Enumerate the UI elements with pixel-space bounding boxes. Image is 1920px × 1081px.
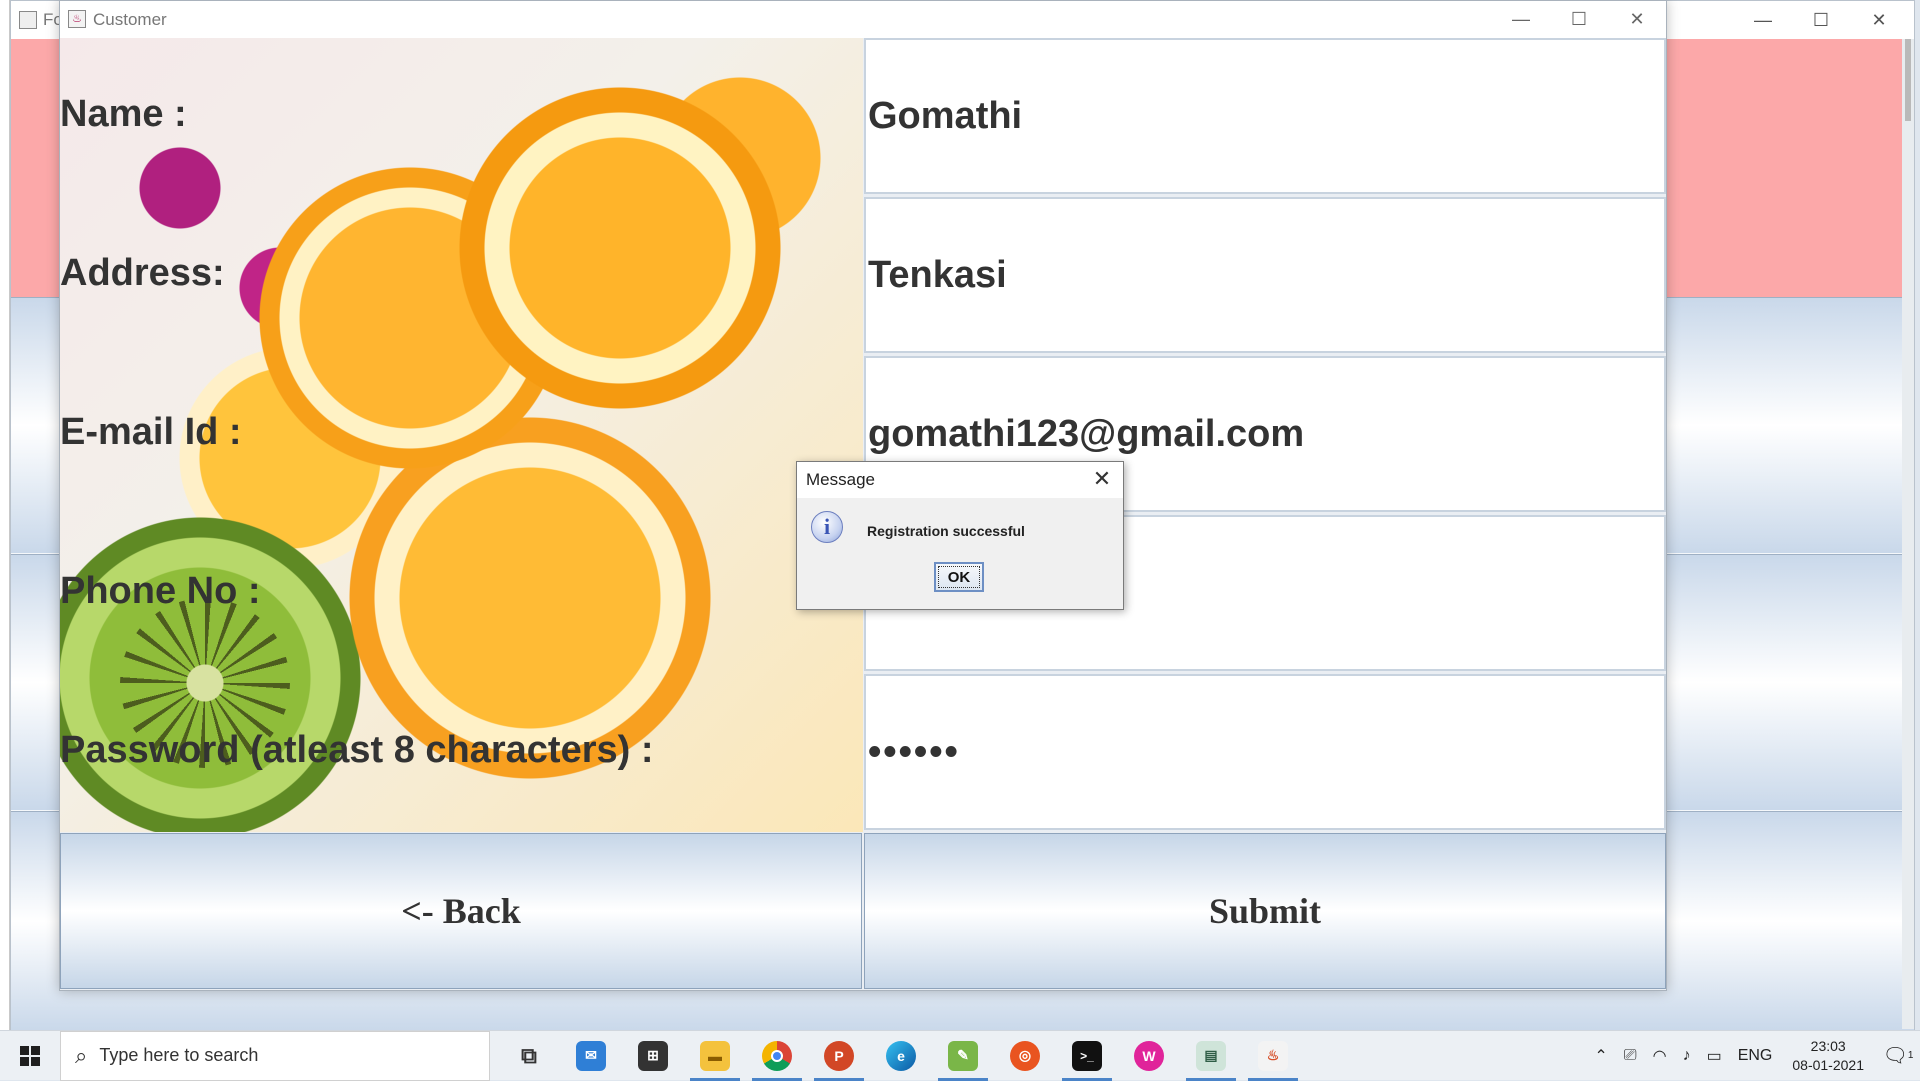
chrome-icon[interactable] <box>746 1031 808 1081</box>
submit-button[interactable]: Submit <box>864 833 1666 989</box>
powerpoint-icon[interactable]: P <box>808 1031 870 1081</box>
close-icon[interactable]: ✕ <box>1850 1 1908 39</box>
fruit-background-image: Name : Address: E-mail Id : Phone No : P… <box>60 38 863 832</box>
file-explorer-icon[interactable]: ▬ <box>684 1031 746 1081</box>
info-icon: i <box>811 511 843 543</box>
minimize-icon[interactable]: — <box>1734 1 1792 39</box>
close-button[interactable]: ✕ <box>1608 1 1666 38</box>
search-placeholder: Type here to search <box>99 1045 259 1065</box>
java-app-icon: ♨ <box>68 10 86 28</box>
minimize-button[interactable]: — <box>1492 1 1550 38</box>
chevron-up-icon[interactable]: ⌃ <box>1586 1046 1615 1066</box>
ubuntu-icon[interactable]: ◎ <box>994 1031 1056 1081</box>
taskbar-apps: ⧉ ✉ ⊞ ▬ P e ✎ ◎ >_ W ▤ ♨ <box>498 1031 1304 1081</box>
scrollbar-thumb[interactable] <box>1905 39 1911 121</box>
task-view-icon[interactable]: ⧉ <box>498 1031 560 1081</box>
terminal-icon[interactable]: >_ <box>1056 1031 1118 1081</box>
message-dialog[interactable]: Message ✕ i Registration successful OK <box>796 461 1124 610</box>
background-window-controls: — ☐ ✕ <box>1734 1 1908 39</box>
background-scrollbar[interactable] <box>1902 39 1914 1029</box>
window-controls: — ☐ ✕ <box>1492 1 1666 38</box>
notification-icon: 🗨 <box>1882 1045 1908 1067</box>
taskbar-search-box[interactable]: ⌕ Type here to search <box>60 1030 490 1081</box>
wamp-icon[interactable]: W <box>1118 1031 1180 1081</box>
ok-button[interactable]: OK <box>934 562 984 592</box>
password-label: Password (atleast 8 characters) : <box>60 729 654 771</box>
clock[interactable]: 23:03 08-01-2021 <box>1780 1037 1876 1075</box>
java-icon[interactable]: ♨ <box>1242 1031 1304 1081</box>
notification-count: 1 <box>1907 1050 1914 1061</box>
notepad-plus-icon[interactable]: ✎ <box>932 1031 994 1081</box>
notification-center-button[interactable]: 🗨 1 <box>1876 1043 1920 1068</box>
app-window-icon[interactable]: ▤ <box>1180 1031 1242 1081</box>
language-indicator[interactable]: ENG <box>1730 1047 1781 1065</box>
maximize-button[interactable]: ☐ <box>1550 1 1608 38</box>
maximize-icon[interactable]: ☐ <box>1792 1 1850 39</box>
window-titlebar[interactable]: ♨ Customer — ☐ ✕ <box>60 1 1666 38</box>
windows-logo-icon <box>20 1045 40 1066</box>
phone-label: Phone No : <box>60 570 261 612</box>
desktop-edge <box>0 0 10 1030</box>
search-icon: ⌕ <box>75 1042 88 1068</box>
address-label: Address: <box>60 252 225 294</box>
name-field[interactable]: Gomathi <box>864 38 1666 194</box>
meet-now-icon[interactable]: ⎚ <box>1616 1047 1645 1065</box>
system-tray: ⌃ ⎚ ◠ ♪ ▭ ENG 23:03 08-01-2021 🗨 1 <box>1586 1031 1920 1081</box>
clock-date: 08-01-2021 <box>1792 1056 1864 1073</box>
address-field[interactable]: Tenkasi <box>864 197 1666 353</box>
back-button[interactable]: <- Back <box>60 833 862 989</box>
clock-time: 23:03 <box>1810 1037 1846 1054</box>
mail-icon[interactable]: ✉ <box>560 1031 622 1081</box>
start-button[interactable] <box>0 1031 60 1081</box>
edge-icon[interactable]: e <box>870 1031 932 1081</box>
password-field[interactable]: •••••• <box>864 674 1666 830</box>
battery-icon[interactable]: ▭ <box>1699 1046 1730 1066</box>
wifi-icon[interactable]: ◠ <box>1645 1046 1675 1066</box>
dialog-title: Message <box>806 470 875 489</box>
volume-icon[interactable]: ♪ <box>1675 1047 1699 1065</box>
store-icon[interactable]: ⊞ <box>622 1031 684 1081</box>
taskbar: ⌕ Type here to search ⧉ ✉ ⊞ ▬ P e ✎ ◎ >_… <box>0 1030 1920 1081</box>
dialog-titlebar[interactable]: Message ✕ <box>797 462 1123 498</box>
java-app-icon <box>19 11 37 29</box>
dialog-close-button[interactable]: ✕ <box>1089 466 1115 492</box>
dialog-message: Registration successful <box>867 523 1025 539</box>
window-title: Customer <box>93 10 167 29</box>
name-label: Name : <box>60 93 187 135</box>
email-label: E-mail Id : <box>60 411 242 453</box>
